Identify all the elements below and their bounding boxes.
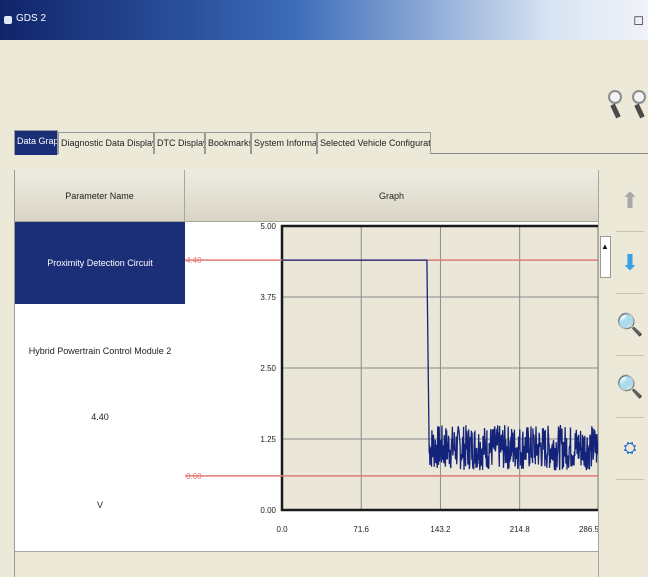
parameter-unit: V xyxy=(96,500,103,510)
search-icon[interactable] xyxy=(606,90,626,120)
y-tick-label: 2.50 xyxy=(260,364,276,373)
parameter-column: Proximity Detection Circuit Hybrid Power… xyxy=(15,222,185,551)
up-arrow-icon[interactable]: ⬆ xyxy=(616,170,644,232)
x-tick-label: 286.5 xyxy=(579,525,599,534)
window-title: GDS 2 xyxy=(16,13,47,24)
module-name: Hybrid Powertrain Control Module 2 xyxy=(28,346,172,356)
y-tick-label: 3.75 xyxy=(260,293,276,302)
tab-diagnostic-data-display[interactable]: Diagnostic Data Display xyxy=(58,132,154,154)
x-tick-label: 143.2 xyxy=(430,525,451,534)
y-tick-label: 1.25 xyxy=(260,435,276,444)
window-controls-icon[interactable]: ◻ xyxy=(633,12,644,28)
tab-data-graph[interactable]: Data Graph xyxy=(14,130,58,155)
tab-dtc-display[interactable]: DTC Display xyxy=(154,132,205,154)
x-tick-label: 0.0 xyxy=(276,525,288,534)
app-icon xyxy=(4,16,12,24)
line-chart: 0.00 1.25 2.50 3.75 5.00 0.0 71.6 143.2 214.8 286… xyxy=(185,222,601,534)
y-tick-label: 0.00 xyxy=(260,506,276,515)
zoom-in-icon[interactable]: 🔍 xyxy=(616,294,644,356)
threshold-label: 4.40 xyxy=(186,256,202,265)
x-tick-label: 71.6 xyxy=(353,525,369,534)
down-arrow-icon[interactable]: ⬇ xyxy=(616,232,644,294)
selected-parameter[interactable]: Proximity Detection Circuit xyxy=(15,222,185,304)
y-tick-label: 5.00 xyxy=(260,222,276,231)
tab-bookmarks[interactable]: Bookmarks xyxy=(205,132,251,154)
graph-area: 0.00 1.25 2.50 3.75 5.00 0.0 71.6 143.2 214.8 286… xyxy=(185,222,601,551)
zoom-out-icon[interactable]: 🔍 xyxy=(616,356,644,418)
parameter-name-header[interactable]: Parameter Name xyxy=(15,170,185,222)
tab-selected-vehicle-configuration[interactable]: Selected Vehicle Configuration xyxy=(317,132,431,154)
search-secondary-icon[interactable] xyxy=(630,90,648,120)
tab-strip: Data Graph Diagnostic Data Display DTC D… xyxy=(14,128,648,155)
threshold-label: 0.60 xyxy=(186,472,202,481)
graph-tools-sidebar: ⬆ ⬇ 🔍 🔍 ⛭ xyxy=(612,170,648,577)
data-graph-panel: Parameter Name Graph Proximity Detection… xyxy=(14,170,601,577)
vertical-scrollbar[interactable]: ▲ xyxy=(598,170,612,577)
graph-header[interactable]: Graph xyxy=(185,170,599,222)
x-tick-label: 214.8 xyxy=(510,525,531,534)
tab-system-information[interactable]: System Information xyxy=(251,132,317,154)
next-row xyxy=(15,551,599,577)
scroll-up-arrow-icon[interactable]: ▲ xyxy=(601,242,609,251)
binoculars-icon[interactable]: ⛭ xyxy=(616,418,644,480)
toolbar xyxy=(0,40,648,120)
parameter-value: 4.40 xyxy=(91,412,109,422)
title-bar: GDS 2 ◻ xyxy=(0,0,648,40)
